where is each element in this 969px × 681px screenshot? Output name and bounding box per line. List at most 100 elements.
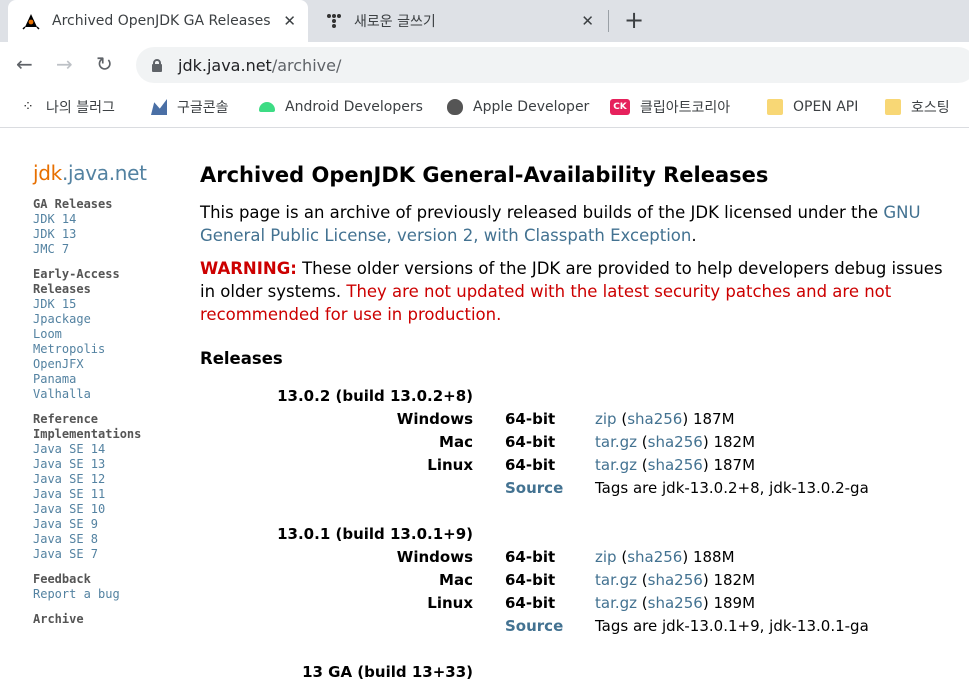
file-links: tar.gz (sha256) 182M [595, 433, 756, 451]
sidebar-link-java-se-13[interactable]: Java SE 13 [33, 457, 183, 472]
sidebar-link-jdk14[interactable]: JDK 14 [33, 212, 183, 227]
archive-link[interactable]: zip [595, 548, 617, 566]
releases-heading: Releases [200, 349, 283, 368]
arch-label: 64-bit [505, 456, 556, 474]
bookmark-label: Android Developers [285, 99, 423, 115]
download-row: Mac 64-bit tar.gz (sha256) 182M [200, 569, 960, 592]
source-tags: Tags are jdk-13.0.1+9, jdk-13.0.1-ga [595, 617, 869, 635]
archive-link[interactable]: tar.gz [595, 594, 637, 612]
release-block: 13.0.2 (build 13.0.2+8) Windows 64-bit z… [200, 385, 960, 500]
logo-java-net: .java.net [61, 161, 147, 185]
sidebar-link-metropolis[interactable]: Metropolis [33, 342, 183, 357]
source-link[interactable]: Source [505, 615, 563, 638]
sha256-link[interactable]: sha256 [648, 571, 703, 589]
os-label: Windows [396, 410, 473, 428]
sidebar-link-java-se-11[interactable]: Java SE 11 [33, 487, 183, 502]
tab-divider [608, 10, 609, 32]
sidebar-link-java-se-12[interactable]: Java SE 12 [33, 472, 183, 487]
close-tab-icon[interactable]: ✕ [283, 13, 296, 29]
sha256-link[interactable]: sha256 [648, 594, 703, 612]
sidebar-link-loom[interactable]: Loom [33, 327, 183, 342]
file-size: 182M [713, 433, 756, 451]
warning-paragraph: WARNING: These older versions of the JDK… [200, 257, 960, 326]
intro-text: This page is an archive of previously re… [200, 203, 884, 222]
bookmark-open-api[interactable]: OPEN API [767, 96, 858, 118]
browser-toolbar: ← → ↻ jdk.java.net/archive/ [0, 42, 969, 88]
tab-title: 새로운 글쓰기 [354, 14, 436, 30]
warning-label: WARNING: [200, 259, 297, 278]
tab-title: Archived OpenJDK GA Releases [52, 13, 271, 29]
sidebar-link-jmc7[interactable]: JMC 7 [33, 242, 183, 257]
sidebar-link-jdk13[interactable]: JDK 13 [33, 227, 183, 242]
file-size: 187M [692, 410, 735, 428]
file-size: 182M [713, 571, 756, 589]
download-row: Mac 64-bit tar.gz (sha256) 182M [200, 431, 960, 454]
bookmark-my-blog[interactable]: ⁘ 나의 블러그 [20, 96, 115, 118]
os-label: Mac [439, 571, 473, 589]
archive-link[interactable]: zip [595, 410, 617, 428]
sha256-link[interactable]: sha256 [648, 433, 703, 451]
close-tab-icon[interactable]: ✕ [581, 13, 594, 29]
tab-archived-openjdk[interactable]: Archived OpenJDK GA Releases ✕ [8, 0, 308, 42]
bookmark-android-developers[interactable]: Android Developers [259, 96, 423, 118]
bookmark-google-console[interactable]: 구글콘솔 [151, 96, 229, 118]
arch-label: 64-bit [505, 548, 556, 566]
sidebar-group-title: Early-Access Releases [33, 267, 120, 296]
sha256-link[interactable]: sha256 [627, 410, 682, 428]
java-duke-icon [22, 14, 40, 30]
file-size: 189M [713, 594, 756, 612]
source-tags: Tags are jdk-13.0.2+8, jdk-13.0.2-ga [595, 479, 869, 497]
sidebar-link-jpackage[interactable]: Jpackage [33, 312, 183, 327]
sidebar-link-java-se-14[interactable]: Java SE 14 [33, 442, 183, 457]
sidebar-link-java-se-8[interactable]: Java SE 8 [33, 532, 183, 547]
file-links: zip (sha256) 187M [595, 410, 735, 428]
forward-icon[interactable]: → [56, 53, 73, 75]
android-icon [259, 102, 275, 112]
archive-link[interactable]: tar.gz [595, 433, 637, 451]
folder-icon [885, 99, 901, 115]
sha256-link[interactable]: sha256 [627, 548, 682, 566]
lock-icon[interactable] [152, 59, 162, 72]
bookmark-hosting[interactable]: 호스팅 [885, 96, 950, 118]
google-console-icon [151, 99, 167, 115]
sidebar-link-java-se-7[interactable]: Java SE 7 [33, 547, 183, 562]
file-size: 187M [713, 456, 756, 474]
bookmark-label: 나의 블러그 [46, 100, 115, 116]
os-label: Linux [427, 594, 473, 612]
release-block: 13.0.1 (build 13.0.1+9) Windows 64-bit z… [200, 523, 960, 638]
page-title: Archived OpenJDK General-Availability Re… [200, 163, 769, 187]
new-tab-button[interactable]: + [624, 8, 644, 32]
sidebar-group-reference: Reference Implementations Java SE 14 Jav… [33, 412, 183, 562]
sidebar-group-title: Feedback [33, 572, 91, 586]
site-logo[interactable]: jdk.java.net [33, 161, 183, 185]
tab-new-post[interactable]: 새로운 글쓰기 ✕ [312, 0, 606, 42]
sidebar-group-archive: Archive [33, 612, 183, 627]
sidebar-group-feedback: Feedback Report a bug [33, 572, 183, 602]
source-link[interactable]: Source [505, 477, 563, 500]
archive-link[interactable]: tar.gz [595, 456, 637, 474]
sidebar-link-panama[interactable]: Panama [33, 372, 183, 387]
sidebar-link-java-se-10[interactable]: Java SE 10 [33, 502, 183, 517]
bookmark-label: 구글콘솔 [177, 100, 229, 116]
reload-icon[interactable]: ↻ [96, 53, 113, 75]
os-label: Windows [396, 548, 473, 566]
sidebar-group-title: GA Releases [33, 197, 113, 211]
arch-label: 64-bit [505, 433, 556, 451]
sidebar-link-jdk15[interactable]: JDK 15 [33, 297, 183, 312]
sidebar-link-openjfx[interactable]: OpenJFX [33, 357, 183, 372]
address-bar[interactable]: jdk.java.net/archive/ [136, 47, 969, 83]
sha256-link[interactable]: sha256 [648, 456, 703, 474]
back-icon[interactable]: ← [16, 53, 33, 75]
bookmark-clipart-korea[interactable]: CK 클립아트코리아 [610, 96, 730, 118]
archive-link[interactable]: tar.gz [595, 571, 637, 589]
sidebar-link-report-bug[interactable]: Report a bug [33, 587, 183, 602]
file-links: tar.gz (sha256) 189M [595, 594, 756, 612]
bookmark-apple-developer[interactable]: Apple Developer [447, 96, 589, 118]
sidebar-link-valhalla[interactable]: Valhalla [33, 387, 183, 402]
source-row: Source Tags are jdk-13.0.1+9, jdk-13.0.1… [200, 615, 960, 638]
apple-icon [447, 99, 463, 115]
source-row: Source Tags are jdk-13.0.2+8, jdk-13.0.2… [200, 477, 960, 500]
bookmark-label: OPEN API [793, 99, 859, 115]
file-size: 188M [692, 548, 735, 566]
sidebar-link-java-se-9[interactable]: Java SE 9 [33, 517, 183, 532]
